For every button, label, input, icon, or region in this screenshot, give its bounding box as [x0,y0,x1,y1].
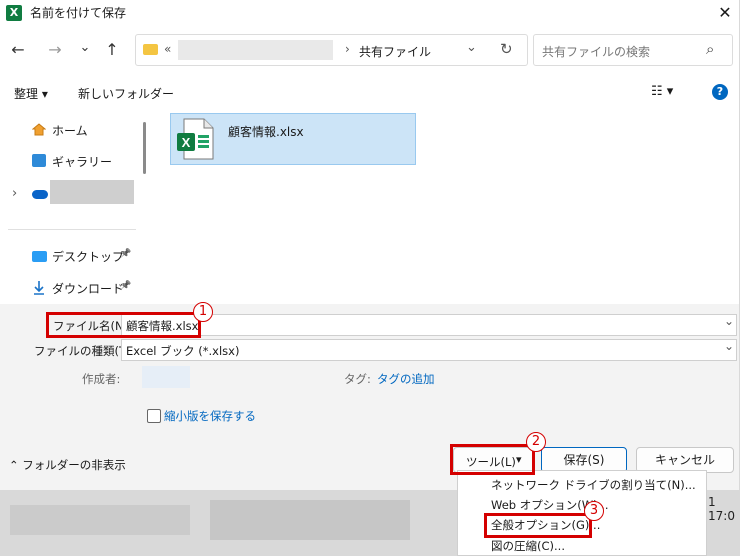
filename-dropdown-icon[interactable]: ⌄ [724,314,734,328]
address-dropdown-icon[interactable]: ⌄ [466,40,477,55]
excel-file-icon: X [176,118,214,160]
address-separator-icon: › [345,42,350,56]
author-value-blurred[interactable] [142,366,190,388]
sidebar-blurred-account[interactable] [50,180,134,204]
pin-icon: 📌 [120,249,132,259]
view-options-icon[interactable]: ☷ ▾ [651,84,673,99]
onedrive-cloud-icon [32,190,48,199]
home-icon [31,123,47,136]
gallery-icon [32,154,46,167]
forward-arrow-icon[interactable]: → [45,40,65,60]
sidebar-item-gallery[interactable]: ギャラリー [52,152,112,172]
desktop-icon [32,251,47,262]
menu-item-map-network-drive[interactable]: ネットワーク ドライブの割り当て(N)... [491,477,696,493]
thumbnail-checkbox[interactable] [147,409,161,423]
highlight-box-filename [46,312,201,338]
author-label: 作成者: [82,372,121,386]
menu-item-compress-pictures[interactable]: 図の圧縮(C)... [491,538,565,554]
pin-icon: 📌 [120,281,132,291]
window-title: 名前を付けて保存 [30,6,127,20]
svg-text:X: X [182,135,191,150]
filetype-dropdown-icon[interactable]: ⌄ [724,339,734,353]
filename-field[interactable] [121,314,737,336]
background-time-text: 1 17:0 [708,495,735,523]
new-folder-button[interactable]: 新しいフォルダー [78,85,174,102]
excel-icon: X [6,5,22,21]
callout-2: 2 [526,432,546,452]
close-button[interactable]: ✕ [712,1,738,25]
highlight-box-general-options [484,513,592,538]
hide-folders-button[interactable]: ⌃ フォルダーの非表示 [9,457,126,473]
search-input[interactable]: 共有ファイルの検索 [542,43,650,60]
file-name: 顧客情報.xlsx [228,125,304,139]
callout-3: 3 [584,501,604,521]
download-icon [32,280,46,296]
recent-locations-chevron-icon[interactable]: ⌄ [75,38,95,58]
sidebar-item-download[interactable]: ダウンロード [52,279,124,299]
help-icon[interactable]: ? [712,84,728,100]
address-overflow-icon[interactable]: « [164,42,171,56]
sidebar-item-desktop[interactable]: デスクトップ [52,247,124,267]
background-blur [210,500,410,540]
search-icon[interactable]: ⌕ [706,40,714,58]
sidebar-divider [8,229,136,230]
callout-1: 1 [193,302,213,322]
organize-button[interactable]: 整理 ▾ [14,85,48,102]
highlight-box-tools [450,444,535,475]
refresh-icon[interactable]: ↻ [500,40,513,58]
tags-label: タグ: [344,372,371,386]
address-current-folder[interactable]: 共有ファイル [359,43,431,60]
sidebar-item-home[interactable]: ホーム [52,121,88,141]
background-blur [10,505,190,535]
thumbnail-label: 縮小版を保存する [164,409,256,423]
address-blurred-path [178,40,333,60]
folder-icon [143,44,158,55]
tags-add-link[interactable]: タグの追加 [377,371,435,387]
navigation-pane-scrollbar[interactable] [143,122,146,174]
up-arrow-icon[interactable]: ↑ [102,40,122,60]
sidebar-expand-icon[interactable]: › [12,186,17,201]
filetype-value: Excel ブック (*.xlsx) [126,344,240,358]
filetype-label: ファイルの種類(T): [34,344,135,358]
back-arrow-icon[interactable]: ← [8,40,28,60]
